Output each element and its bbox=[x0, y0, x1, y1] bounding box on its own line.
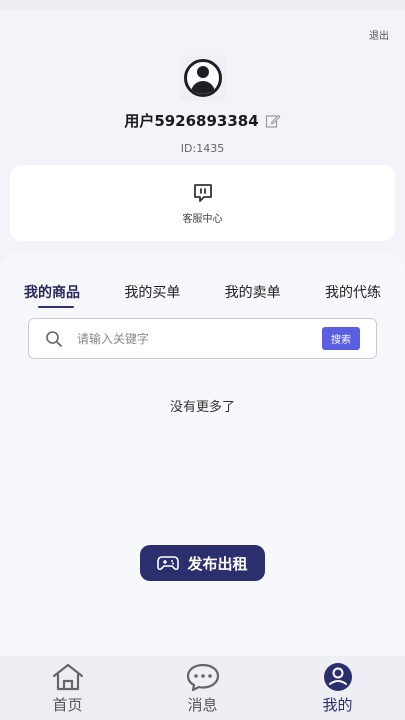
tab-my-sales[interactable]: 我的卖单 bbox=[225, 282, 281, 308]
nav-home[interactable]: 首页 bbox=[28, 662, 108, 715]
edit-icon[interactable] bbox=[265, 113, 281, 129]
nav-home-label: 首页 bbox=[52, 695, 83, 714]
profile-icon bbox=[323, 662, 352, 691]
username: 用户5926893384 bbox=[124, 112, 259, 130]
home-icon bbox=[52, 663, 83, 690]
message-icon bbox=[186, 663, 219, 691]
tab-my-products[interactable]: 我的商品 bbox=[24, 282, 80, 308]
orders-panel: 我的商品 我的买单 我的卖单 我的代练 搜索 没有更多了 bbox=[0, 252, 405, 656]
nav-profile[interactable]: 我的 bbox=[298, 662, 378, 715]
chat-support-icon bbox=[193, 183, 212, 202]
nav-messages-label: 消息 bbox=[187, 695, 218, 714]
avatar[interactable] bbox=[180, 55, 226, 101]
service-label: 客服中心 bbox=[182, 213, 223, 225]
search-icon bbox=[46, 330, 62, 347]
empty-list-text: 没有更多了 bbox=[169, 400, 235, 415]
tab-my-boosting[interactable]: 我的代练 bbox=[325, 282, 381, 308]
avatar-icon bbox=[184, 59, 222, 97]
nav-profile-label: 我的 bbox=[322, 695, 353, 714]
search-bar: 搜索 bbox=[28, 318, 377, 359]
tab-bar: 我的商品 我的买单 我的卖单 我的代练 bbox=[24, 282, 381, 308]
status-bar bbox=[0, 0, 405, 10]
publish-rental-button[interactable]: 发布出租 bbox=[140, 545, 265, 581]
gamepad-icon bbox=[157, 556, 180, 571]
search-button[interactable]: 搜索 bbox=[322, 327, 360, 350]
username-row: 用户5926893384 bbox=[0, 110, 405, 131]
nav-messages[interactable]: 消息 bbox=[163, 662, 243, 715]
search-input[interactable] bbox=[77, 331, 322, 346]
publish-label: 发布出租 bbox=[187, 554, 248, 573]
tab-my-purchases[interactable]: 我的买单 bbox=[124, 282, 180, 308]
customer-service-card[interactable]: 客服中心 bbox=[10, 165, 395, 241]
bottom-nav: 首页 消息 我的 bbox=[0, 656, 405, 720]
user-id: ID:1435 bbox=[180, 142, 225, 155]
logout-button[interactable]: 退出 bbox=[369, 27, 389, 42]
